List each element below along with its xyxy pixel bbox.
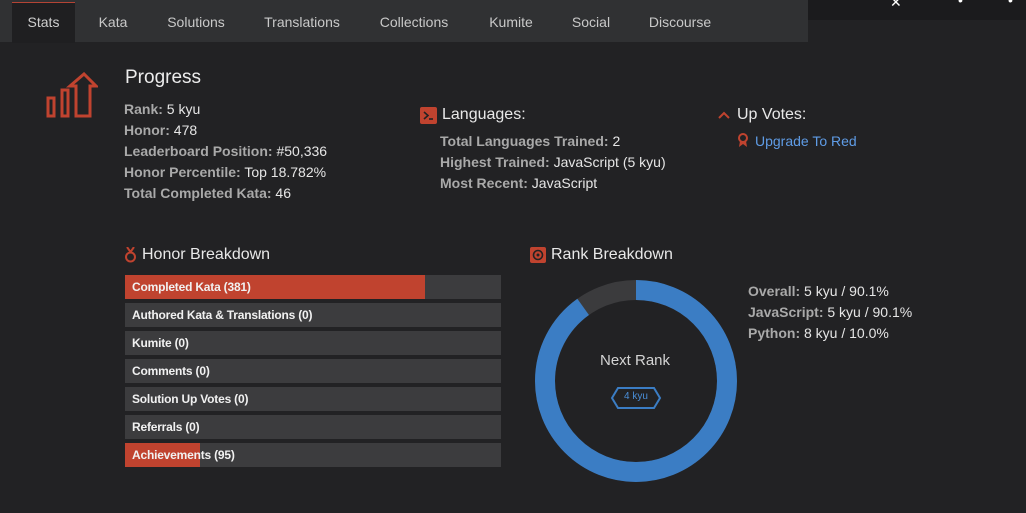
dot-icon[interactable]: •	[958, 0, 963, 8]
languages-trained-label: Total Languages Trained:	[440, 133, 609, 149]
honor-bar: Comments (0)	[125, 359, 501, 383]
rank-label: Rank:	[124, 101, 163, 117]
highest-trained-value: JavaScript (5 kyu)	[553, 154, 666, 170]
honor-bar-label: Completed Kata (381)	[132, 280, 251, 294]
honor-bar-label: Achievements (95)	[132, 448, 235, 462]
python-rank-label: Python:	[748, 325, 801, 341]
rank-value: 5 kyu	[166, 101, 201, 117]
completed-kata-row: Total Completed Kata: 46	[124, 185, 291, 201]
progress-title: Progress	[125, 67, 202, 88]
next-rank-value: 4 kyu	[624, 391, 648, 402]
tab-discourse[interactable]: Discourse	[636, 3, 724, 42]
next-rank-label: Next Rank	[599, 352, 671, 369]
highest-trained-label: Highest Trained:	[440, 154, 550, 170]
rank-progress-donut	[535, 280, 737, 482]
honor-bar: Kumite (0)	[125, 331, 501, 355]
honor-bar-label: Kumite (0)	[132, 336, 189, 350]
percentile-value: Top 18.782%	[244, 164, 327, 180]
honor-bar-label: Referrals (0)	[132, 420, 200, 434]
honor-bar: Completed Kata (381)	[125, 275, 501, 299]
honor-bar: Authored Kata & Translations (0)	[125, 303, 501, 327]
honor-bar: Referrals (0)	[125, 415, 501, 439]
tab-social[interactable]: Social	[561, 3, 621, 42]
highest-trained-row: Highest Trained: JavaScript (5 kyu)	[440, 154, 666, 170]
terminal-icon	[420, 107, 437, 124]
languages-trained-value: 2	[612, 133, 621, 149]
close-icon[interactable]: ✕	[890, 0, 902, 11]
percentile-row: Honor Percentile: Top 18.782%	[124, 164, 326, 180]
tab-kata[interactable]: Kata	[86, 3, 140, 42]
top-right-toolbar: ✕ • •	[808, 0, 1026, 20]
honor-bar: Solution Up Votes (0)	[125, 387, 501, 411]
tab-collections[interactable]: Collections	[367, 3, 461, 42]
most-recent-row: Most Recent: JavaScript	[440, 175, 597, 191]
javascript-rank-row: JavaScript: 5 kyu / 90.1%	[748, 304, 912, 320]
rank-breakdown-title: Rank Breakdown	[551, 246, 673, 263]
chevron-up-icon	[718, 111, 730, 119]
tab-bar: Stats Kata Solutions Translations Collec…	[0, 0, 808, 43]
honor-value: 478	[173, 122, 198, 138]
upvotes-title: Up Votes:	[737, 106, 807, 123]
tab-translations[interactable]: Translations	[252, 3, 352, 42]
leaderboard-label: Leaderboard Position:	[124, 143, 273, 159]
honor-bar-label: Comments (0)	[132, 364, 210, 378]
leaderboard-row: Leaderboard Position: #50,336	[124, 143, 327, 159]
dot-icon[interactable]: •	[1008, 0, 1013, 8]
completed-kata-label: Total Completed Kata:	[124, 185, 272, 201]
tab-kumite[interactable]: Kumite	[476, 3, 546, 42]
upgrade-to-red-link[interactable]: Upgrade To Red	[755, 133, 857, 149]
overall-rank-value: 5 kyu / 90.1%	[804, 283, 889, 299]
javascript-rank-value: 5 kyu / 90.1%	[827, 304, 913, 320]
most-recent-label: Most Recent:	[440, 175, 528, 191]
python-rank-row: Python: 8 kyu / 10.0%	[748, 325, 889, 341]
languages-title: Languages:	[442, 106, 526, 123]
honor-label: Honor:	[124, 122, 170, 138]
javascript-rank-label: JavaScript:	[748, 304, 824, 320]
tab-solutions[interactable]: Solutions	[155, 3, 237, 42]
ribbon-icon	[738, 133, 748, 147]
honor-breakdown-title: Honor Breakdown	[142, 246, 271, 263]
rank-target-icon	[530, 247, 546, 263]
overall-rank-row: Overall: 5 kyu / 90.1%	[748, 283, 889, 299]
progress-chart-icon	[46, 72, 98, 118]
tab-stats[interactable]: Stats	[12, 2, 75, 43]
honor-bar-label: Authored Kata & Translations (0)	[132, 308, 313, 322]
most-recent-value: JavaScript	[531, 175, 598, 191]
honor-row: Honor: 478	[124, 122, 197, 138]
donut-progress-arc	[535, 280, 737, 482]
rank-row: Rank: 5 kyu	[124, 101, 200, 117]
completed-kata-value: 46	[275, 185, 291, 201]
medal-icon	[125, 247, 136, 263]
honor-bar-label: Solution Up Votes (0)	[132, 392, 249, 406]
honor-bar: Achievements (95)	[125, 443, 501, 467]
python-rank-value: 8 kyu / 10.0%	[804, 325, 889, 341]
percentile-label: Honor Percentile:	[124, 164, 241, 180]
overall-rank-label: Overall:	[748, 283, 801, 299]
leaderboard-value: #50,336	[276, 143, 328, 159]
languages-trained-row: Total Languages Trained: 2	[440, 133, 620, 149]
